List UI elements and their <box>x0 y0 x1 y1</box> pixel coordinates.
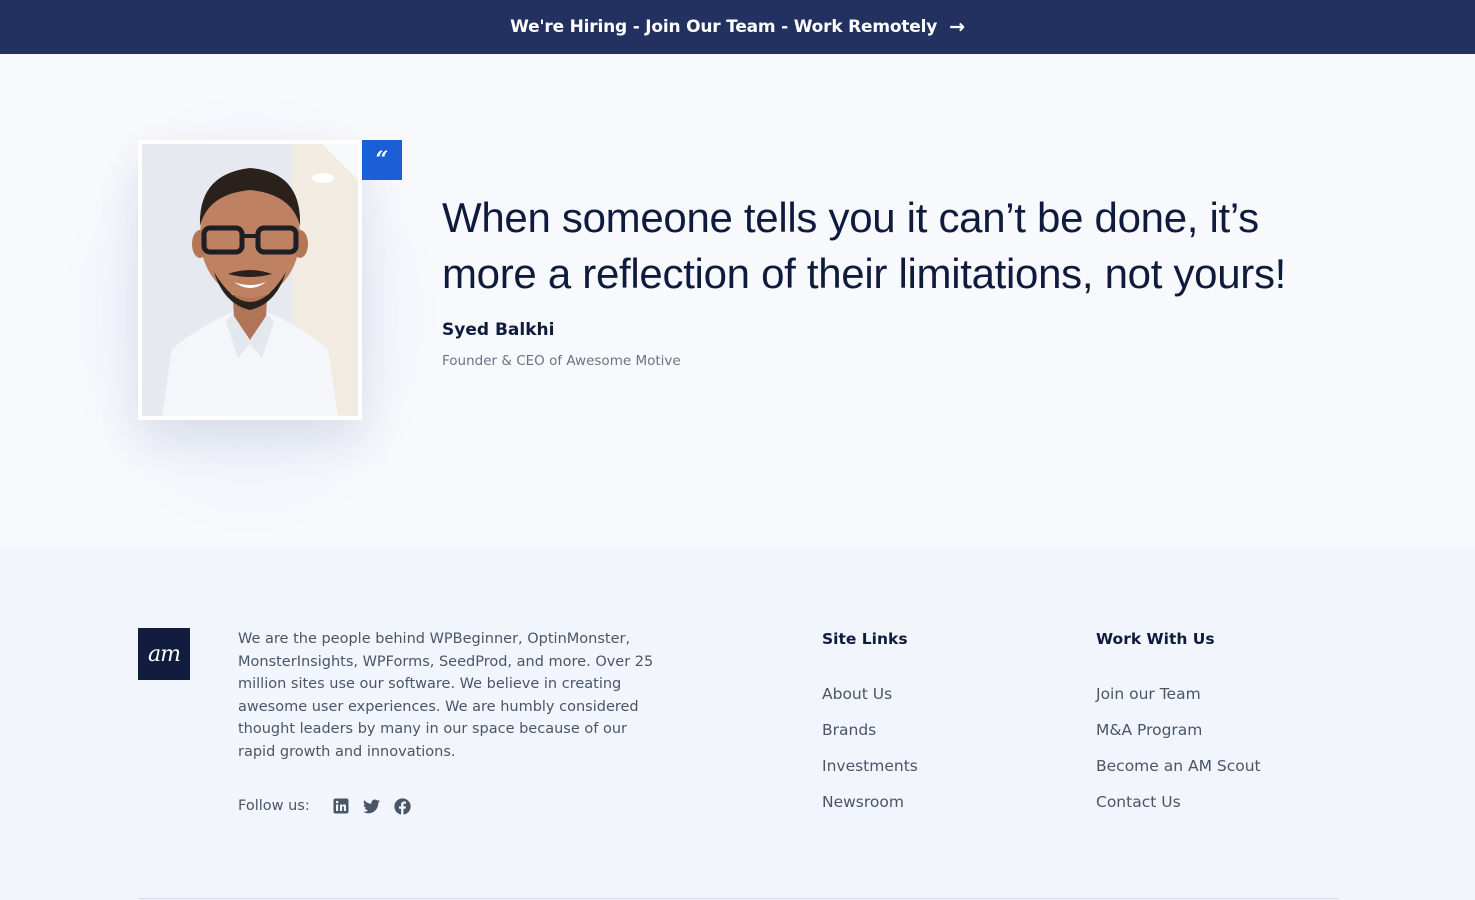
quote-mark-icon: “ <box>362 140 402 180</box>
footer-link-about-us[interactable]: About Us <box>822 684 918 720</box>
author-name: Syed Balkhi <box>442 320 555 340</box>
footer-about-text: We are the people behind WPBeginner, Opt… <box>238 631 654 760</box>
footer-link-newsroom[interactable]: Newsroom <box>822 792 918 828</box>
hiring-banner-link[interactable]: We're Hiring - Join Our Team - Work Remo… <box>510 17 965 37</box>
footer-link-brands[interactable]: Brands <box>822 720 918 756</box>
author-photo <box>142 144 358 416</box>
footer-link-investments[interactable]: Investments <box>822 756 918 792</box>
site-footer: am We are the people behind WPBeginner, … <box>0 548 1475 900</box>
footer-divider <box>138 898 1338 899</box>
hiring-banner-label: We're Hiring - Join Our Team - Work Remo… <box>510 17 938 37</box>
photo-folded-corner <box>322 144 358 180</box>
facebook-icon[interactable] <box>394 797 412 815</box>
site-links-heading: Site Links <box>822 630 908 648</box>
linkedin-icon[interactable] <box>332 797 350 815</box>
author-photo-frame <box>138 140 362 420</box>
work-with-us-column: Work With Us Join our Team M&A Program B… <box>1096 630 1261 828</box>
follow-us-label: Follow us: <box>238 798 310 814</box>
footer-link-ma-program[interactable]: M&A Program <box>1096 720 1261 756</box>
portrait-image <box>142 144 358 416</box>
quote-text: When someone tells you it can’t be done,… <box>442 194 1287 297</box>
follow-us-row: Follow us: <box>238 797 425 815</box>
footer-link-become-am-scout[interactable]: Become an AM Scout <box>1096 756 1261 792</box>
footer-link-contact-us[interactable]: Contact Us <box>1096 792 1261 828</box>
footer-link-join-our-team[interactable]: Join our Team <box>1096 684 1261 720</box>
awesome-motive-logo[interactable]: am <box>138 628 190 680</box>
site-links-column: Site Links About Us Brands Investments N… <box>822 630 918 828</box>
twitter-icon[interactable] <box>363 797 381 815</box>
author-title: Founder & CEO of Awesome Motive <box>442 353 681 369</box>
hiring-banner: We're Hiring - Join Our Team - Work Remo… <box>0 0 1475 54</box>
work-with-us-heading: Work With Us <box>1096 630 1215 648</box>
arrow-right-icon: → <box>949 15 965 38</box>
testimonial-section: “ When someone tells you it can’t be don… <box>0 54 1475 548</box>
